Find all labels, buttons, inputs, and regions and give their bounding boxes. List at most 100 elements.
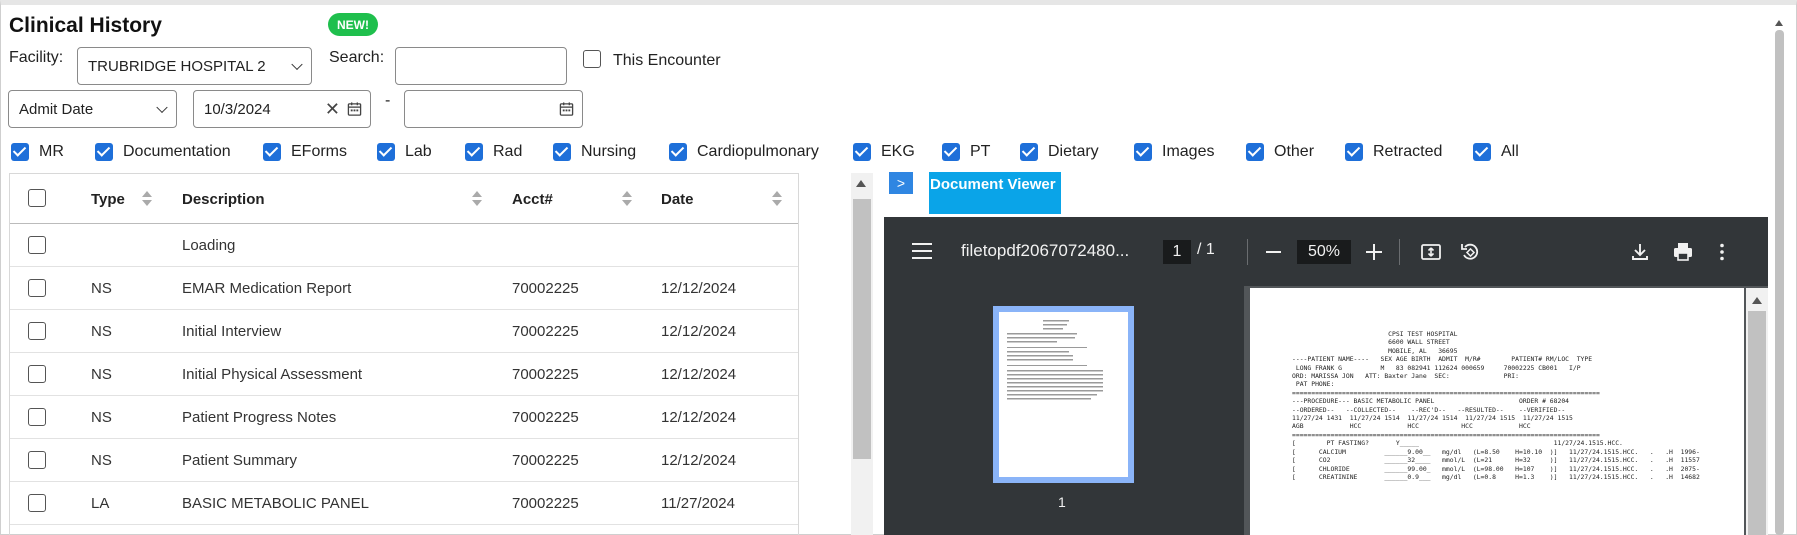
pdf-viewer: filetopdf2067072480... 1 / 1 50% 1 CPSI … <box>884 217 1768 535</box>
filter-checkbox[interactable] <box>11 143 29 161</box>
table-row[interactable]: NS Initial Interview 70002225 12/12/2024 <box>10 310 798 353</box>
cell-description: Initial Physical Assessment <box>182 366 363 383</box>
viewer-toggle-button[interactable]: > <box>889 172 913 194</box>
sort-icon[interactable] <box>472 191 482 207</box>
row-checkbox[interactable] <box>28 494 46 512</box>
column-acct[interactable]: Acct# <box>512 174 553 224</box>
filter-checkbox[interactable] <box>942 143 960 161</box>
row-checkbox[interactable] <box>28 236 46 254</box>
column-description[interactable]: Description <box>182 174 265 224</box>
filter-images[interactable]: Images <box>1134 141 1214 163</box>
pdf-filename: filetopdf2067072480... <box>961 241 1130 260</box>
select-all-checkbox[interactable] <box>28 189 46 207</box>
filter-dietary[interactable]: Dietary <box>1020 141 1099 163</box>
table-row[interactable]: Loading <box>10 224 798 267</box>
fit-page-icon[interactable] <box>1420 241 1442 263</box>
this-encounter-checkbox[interactable] <box>583 50 601 68</box>
history-table: Type Description Acct# Date Loading NS E… <box>9 173 799 535</box>
cell-description: Loading <box>182 237 236 254</box>
row-checkbox[interactable] <box>28 408 46 426</box>
filter-checkbox[interactable] <box>1020 143 1038 161</box>
filter-checkbox[interactable] <box>1134 143 1152 161</box>
filter-retracted[interactable]: Retracted <box>1345 141 1442 163</box>
column-type[interactable]: Type <box>91 174 125 224</box>
date-type-select[interactable]: Admit Date <box>8 90 177 128</box>
filter-checkbox[interactable] <box>853 143 871 161</box>
scroll-up-arrow-icon[interactable] <box>1752 297 1762 304</box>
zoom-in-icon[interactable] <box>1366 244 1382 260</box>
filter-checkbox[interactable] <box>553 143 571 161</box>
toolbar-divider <box>1399 239 1400 265</box>
cell-acct: 70002225 <box>512 323 579 340</box>
filter-label: Rad <box>493 143 523 160</box>
filter-other[interactable]: Other <box>1246 141 1314 163</box>
filter-lab[interactable]: Lab <box>377 141 432 163</box>
cell-description: BASIC METABOLIC PANEL <box>182 495 369 512</box>
filter-cardiopulmonary[interactable]: Cardiopulmonary <box>669 141 819 163</box>
filter-pt[interactable]: PT <box>942 141 990 163</box>
sort-icon[interactable] <box>772 191 782 207</box>
filter-all[interactable]: All <box>1473 141 1519 163</box>
cell-description: Initial Interview <box>182 323 282 340</box>
search-input[interactable] <box>395 47 567 85</box>
filter-checkbox[interactable] <box>1345 143 1363 161</box>
scroll-up-arrow-icon[interactable] <box>1775 20 1783 26</box>
filter-checkbox[interactable] <box>95 143 113 161</box>
filter-label: Retracted <box>1373 143 1443 160</box>
filter-checkbox[interactable] <box>377 143 395 161</box>
page-number-input[interactable]: 1 <box>1163 240 1191 264</box>
filter-eforms[interactable]: EForms <box>263 141 347 163</box>
page-thumbnail[interactable] <box>993 306 1134 483</box>
row-checkbox[interactable] <box>28 279 46 297</box>
chevron-down-icon <box>291 58 303 71</box>
table-row[interactable]: NS Patient Summary 70002225 12/12/2024 <box>10 439 798 482</box>
filter-label: Other <box>1274 143 1315 160</box>
facility-select[interactable]: TRUBRIDGE HOSPITAL 2 <box>77 47 312 85</box>
filter-nursing[interactable]: Nursing <box>553 141 636 163</box>
column-date[interactable]: Date <box>661 174 694 224</box>
download-icon[interactable] <box>1629 241 1651 263</box>
scroll-up-arrow-icon[interactable] <box>856 180 866 187</box>
page-scroll-thumb[interactable] <box>1775 30 1784 535</box>
filter-documentation[interactable]: Documentation <box>95 141 231 163</box>
date-from-input[interactable]: 10/3/2024 ✕ <box>193 90 371 128</box>
filter-label: EKG <box>881 143 915 160</box>
filter-checkbox[interactable] <box>465 143 483 161</box>
zoom-level-input[interactable]: 50% <box>1297 240 1351 264</box>
filter-checkbox[interactable] <box>263 143 281 161</box>
pdf-scroll-thumb[interactable] <box>1748 311 1766 535</box>
filter-rad[interactable]: Rad <box>465 141 522 163</box>
filter-mr[interactable]: MR <box>11 141 64 163</box>
chevron-down-icon <box>156 101 168 114</box>
table-row[interactable]: NS EMAR Medication Report 70002225 12/12… <box>10 267 798 310</box>
column-description-label: Description <box>182 190 265 208</box>
rotate-icon[interactable] <box>1459 241 1481 263</box>
filter-checkbox[interactable] <box>1246 143 1264 161</box>
document-viewer-title: Document Viewer <box>929 172 1061 214</box>
row-checkbox[interactable] <box>28 451 46 469</box>
table-row[interactable]: NS Patient Progress Notes 70002225 12/12… <box>10 396 798 439</box>
filter-label: Images <box>1162 143 1215 160</box>
row-checkbox[interactable] <box>28 322 46 340</box>
calendar-icon[interactable] <box>347 102 362 117</box>
filter-checkbox[interactable] <box>1473 143 1491 161</box>
table-row[interactable]: NS Initial Physical Assessment 70002225 … <box>10 353 798 396</box>
clear-icon[interactable]: ✕ <box>325 100 340 118</box>
menu-icon[interactable] <box>912 243 932 259</box>
filter-ekg[interactable]: EKG <box>853 141 915 163</box>
more-vert-icon[interactable] <box>1711 241 1733 263</box>
cell-date: 12/12/2024 <box>661 323 737 340</box>
row-checkbox[interactable] <box>28 365 46 383</box>
filter-checkbox[interactable] <box>669 143 687 161</box>
table-scroll-thumb[interactable] <box>853 199 871 459</box>
filter-label: All <box>1501 143 1519 160</box>
filter-label: Nursing <box>581 143 637 160</box>
table-row[interactable]: LA BASIC METABOLIC PANEL 70002225 11/27/… <box>10 482 798 525</box>
sort-icon[interactable] <box>142 191 152 207</box>
zoom-out-icon[interactable] <box>1266 251 1281 253</box>
calendar-icon[interactable] <box>559 102 574 117</box>
cell-type: NS <box>91 366 112 383</box>
date-to-input[interactable] <box>404 90 583 128</box>
sort-icon[interactable] <box>622 191 632 207</box>
print-icon[interactable] <box>1672 241 1694 263</box>
